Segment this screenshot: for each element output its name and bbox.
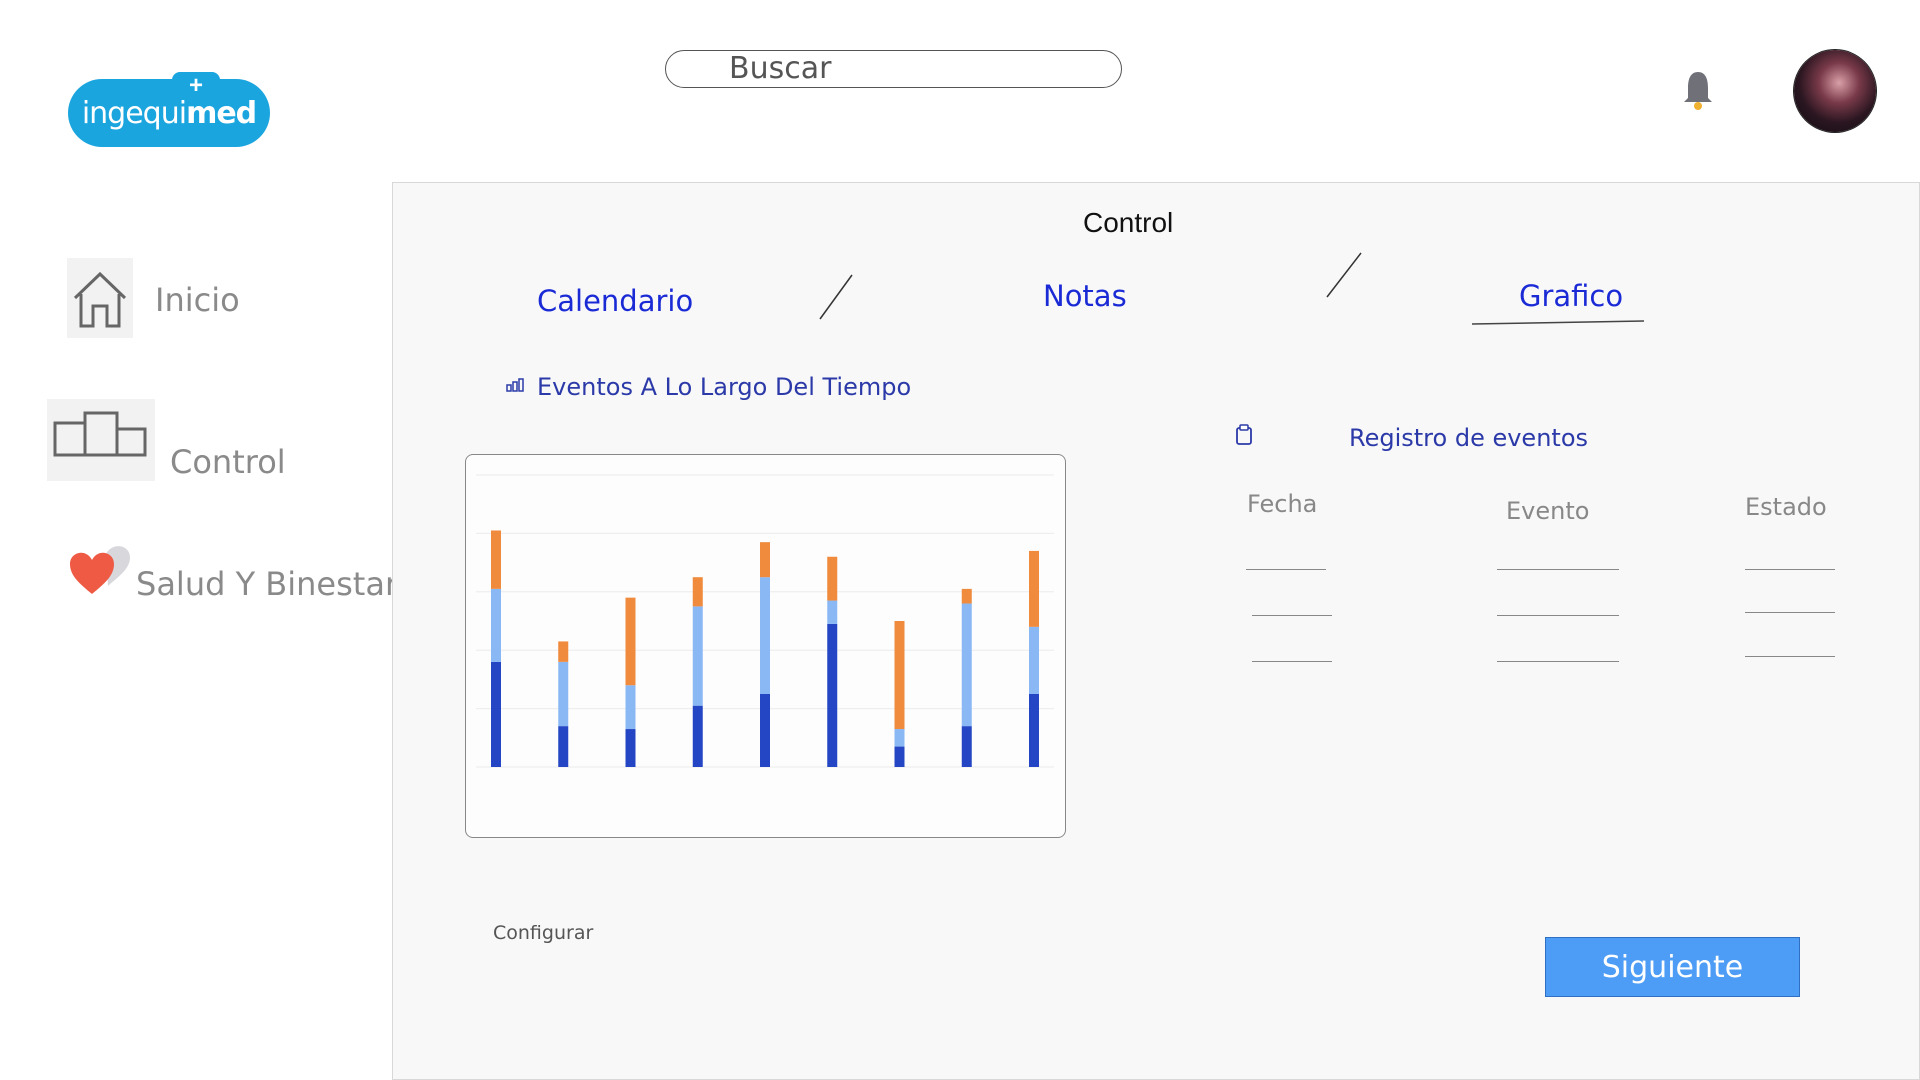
- chart-bar-segment: [625, 685, 636, 730]
- chart-bar-segment: [558, 726, 569, 767]
- chart-bar-segment: [961, 726, 972, 767]
- log-cell-line: [1745, 612, 1835, 613]
- chart-bar-segment: [692, 606, 703, 706]
- events-chart: [465, 454, 1066, 838]
- user-avatar[interactable]: [1794, 50, 1876, 132]
- chart-section-title: Eventos A Lo Largo Del Tiempo: [537, 373, 912, 401]
- clipboard-icon: [1236, 424, 1252, 445]
- brand-logo[interactable]: ingequi med: [68, 79, 270, 147]
- log-cell-line: [1252, 661, 1332, 662]
- chart-bar-segment: [1029, 626, 1039, 694]
- log-cell-line: [1252, 615, 1332, 616]
- log-cell-line: [1497, 661, 1619, 662]
- tab-divider: [1326, 252, 1362, 298]
- active-tab-underline: [1471, 320, 1645, 325]
- tab-notas[interactable]: Notas: [1043, 279, 1127, 313]
- chart-bar-segment: [1029, 694, 1039, 767]
- chart-bar-segment: [692, 577, 703, 607]
- bell-icon[interactable]: [1680, 68, 1716, 112]
- logo-plus-icon: +: [172, 72, 220, 100]
- sidebar-item-control[interactable]: [47, 399, 155, 481]
- chart-bar-segment: [491, 661, 501, 767]
- bar-chart-icon: [506, 378, 524, 392]
- chart-bar-segment: [827, 623, 838, 767]
- chart-bar-segment: [961, 603, 972, 727]
- sidebar-item-label[interactable]: Control: [170, 443, 286, 481]
- tab-calendario[interactable]: Calendario: [537, 284, 693, 318]
- tab-grafico[interactable]: Grafico: [1519, 279, 1623, 313]
- chart-bar-segment: [558, 661, 569, 727]
- chart-bar-segment: [692, 705, 703, 767]
- heart-icon: [70, 546, 130, 594]
- chart-bar-segment: [827, 600, 838, 624]
- chart-bar-segment: [625, 597, 636, 686]
- chart-bar-segment: [827, 556, 838, 601]
- chart-bar-segment: [491, 530, 501, 589]
- chart-bar-segment: [491, 588, 501, 662]
- chart-bar-segment: [894, 729, 905, 747]
- log-cell-line: [1745, 569, 1835, 570]
- sidebar-item-inicio[interactable]: [67, 258, 133, 338]
- tab-divider: [819, 274, 853, 320]
- home-icon: [73, 271, 127, 328]
- next-button[interactable]: Siguiente: [1545, 937, 1800, 997]
- log-cell-line: [1246, 569, 1326, 570]
- chart-bar-segment: [894, 621, 905, 730]
- column-header-estado: Estado: [1745, 493, 1827, 521]
- chart-bar-segment: [961, 588, 972, 604]
- chart-bar-segment: [558, 641, 569, 662]
- sidebar-item-label[interactable]: Salud Y Binestar: [136, 565, 398, 603]
- logo-text-bold: med: [186, 95, 257, 131]
- search-input[interactable]: Buscar: [665, 50, 1122, 88]
- configure-link[interactable]: Configurar: [493, 922, 593, 944]
- log-cell-line: [1497, 615, 1619, 616]
- chart-bar-segment: [894, 746, 905, 767]
- log-cell-line: [1745, 656, 1835, 657]
- logo-text-light: ingequi: [81, 95, 187, 131]
- column-header-evento: Evento: [1506, 497, 1590, 525]
- log-cell-line: [1497, 569, 1619, 570]
- column-header-fecha: Fecha: [1247, 490, 1318, 518]
- events-chart-svg: [476, 474, 1054, 768]
- podium-icon: [53, 411, 147, 457]
- sidebar-item-label[interactable]: Inicio: [155, 281, 240, 319]
- page-title: Control: [1083, 207, 1174, 238]
- chart-bar-segment: [625, 729, 636, 767]
- chart-bar-segment: [760, 542, 770, 578]
- chart-bar-segment: [1029, 550, 1039, 627]
- chart-bar-segment: [760, 577, 770, 694]
- event-log-title: Registro de eventos: [1349, 424, 1589, 452]
- chart-bar-segment: [760, 694, 770, 767]
